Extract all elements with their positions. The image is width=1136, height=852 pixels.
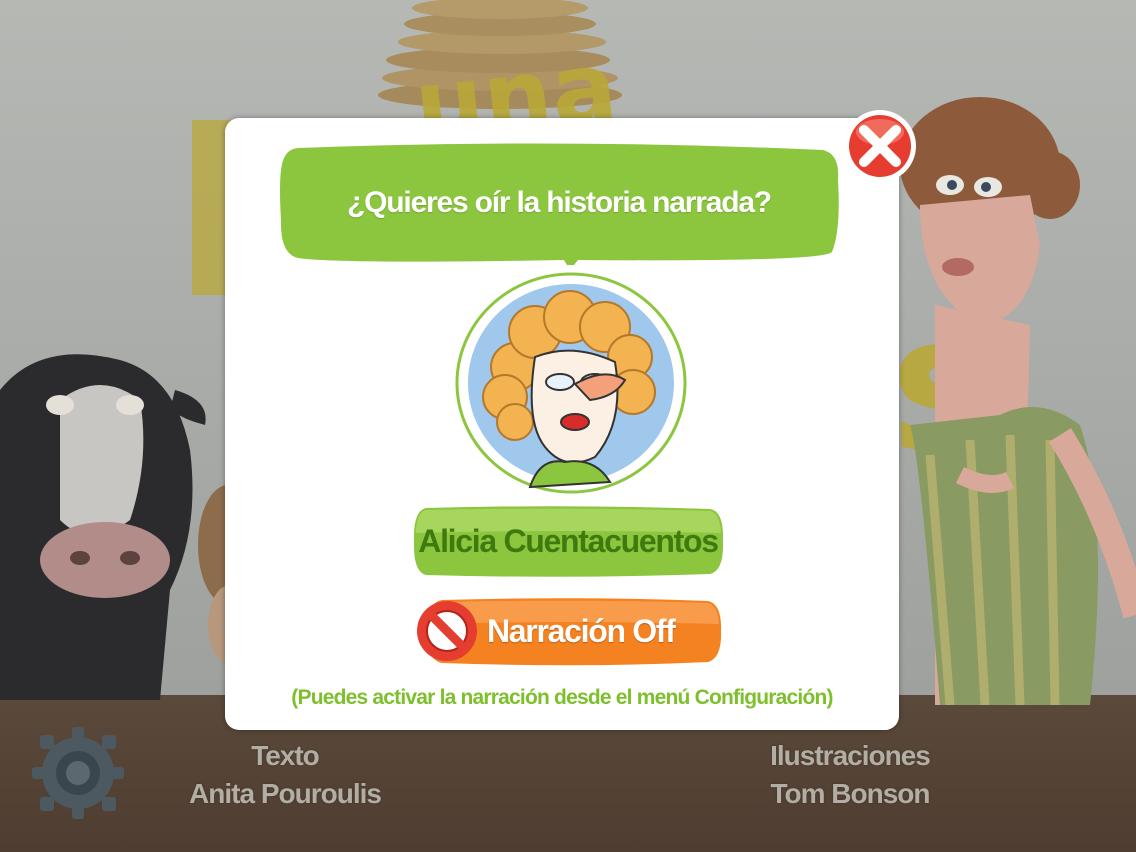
narrator-alicia-button[interactable]: Alicia Cuentacuentos (412, 505, 724, 577)
narrator-portrait (455, 272, 687, 494)
narration-off-label: Narración Off (487, 612, 676, 649)
cow-illustration (0, 354, 206, 700)
credit-text-author: Anita Pouroulis (189, 778, 382, 809)
question-text: ¿Quieres oír la historia narrada? (347, 185, 772, 219)
prohibited-icon (417, 601, 477, 661)
credit-illustrations-author: Tom Bonson (770, 778, 930, 809)
configuration-hint: (Puedes activar la narración desde el me… (291, 686, 833, 709)
close-x-icon[interactable] (842, 108, 918, 184)
woman-illustration (900, 97, 1136, 705)
credit-text-label: Texto (251, 740, 320, 771)
credit-text: Texto Anita Pouroulis (165, 737, 405, 813)
narrator-button-label: Alicia Cuentacuentos (418, 522, 719, 559)
credit-illustrations-label: Ilustraciones (770, 740, 931, 771)
gear-icon[interactable] (30, 725, 126, 821)
credit-illustrations: Ilustraciones Tom Bonson (740, 737, 960, 813)
